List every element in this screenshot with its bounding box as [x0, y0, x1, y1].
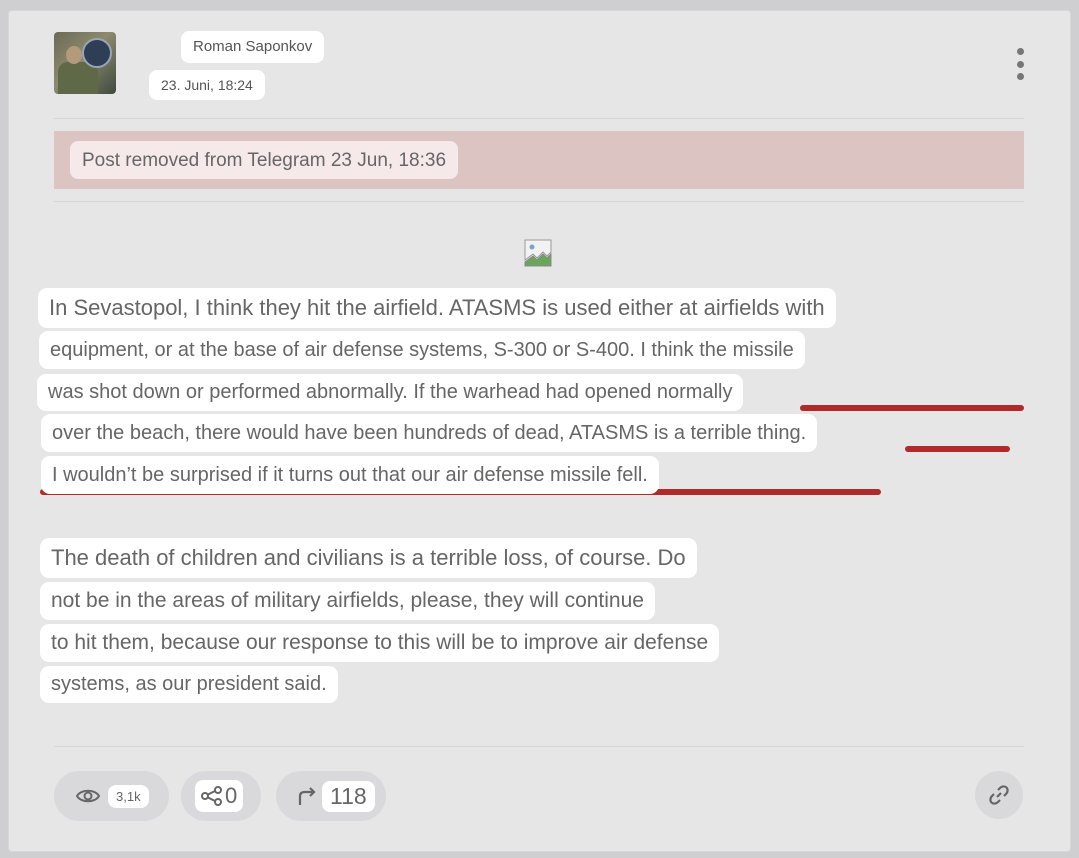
avatar-emblem	[82, 38, 112, 68]
highlight-underline	[800, 405, 1024, 411]
post-text-line: was shot down or performed abnormally. I…	[37, 374, 744, 411]
broken-image-icon	[524, 239, 552, 267]
share-icon	[201, 786, 222, 806]
post-text-line: not be in the areas of military airfield…	[40, 582, 655, 620]
post-text-line: I wouldn’t be surprised if it turns out …	[41, 456, 659, 494]
post-text-line: equipment, or at the base of air defense…	[39, 331, 805, 369]
divider	[54, 746, 1024, 747]
views-count: 3,1k	[108, 784, 149, 808]
forward-arrow-icon	[296, 785, 318, 807]
post-text-line: The death of children and civilians is a…	[40, 538, 697, 578]
avatar[interactable]	[54, 32, 116, 94]
post-text-line: over the beach, there would have been hu…	[41, 414, 818, 452]
more-vertical-icon[interactable]	[1012, 48, 1028, 80]
post-date: 23. Juni, 18:24	[149, 70, 265, 100]
copy-link-button[interactable]	[975, 771, 1023, 819]
removed-notice: Post removed from Telegram 23 Jun, 18:36	[70, 141, 459, 179]
removed-banner: Post removed from Telegram 23 Jun, 18:36	[54, 131, 1024, 189]
highlight-underline	[905, 446, 1010, 452]
divider	[54, 201, 1024, 202]
post-text-line: to hit them, because our response to thi…	[40, 624, 720, 662]
divider	[54, 118, 1024, 119]
shares-count: 0	[225, 783, 238, 808]
post-text-line: systems, as our president said.	[40, 666, 338, 703]
author-name[interactable]: Roman Saponkov	[181, 31, 325, 63]
forwards-counter[interactable]: 118	[276, 771, 386, 821]
shares-counter[interactable]: 0	[181, 771, 261, 821]
avatar-face	[66, 46, 82, 64]
link-icon	[989, 785, 1009, 805]
forwards-count: 118	[322, 780, 375, 812]
eye-icon	[76, 787, 100, 805]
shares-pill: 0	[195, 780, 244, 812]
post-text-line: In Sevastopol, I think they hit the airf…	[38, 288, 836, 328]
views-counter[interactable]: 3,1k	[54, 771, 169, 821]
